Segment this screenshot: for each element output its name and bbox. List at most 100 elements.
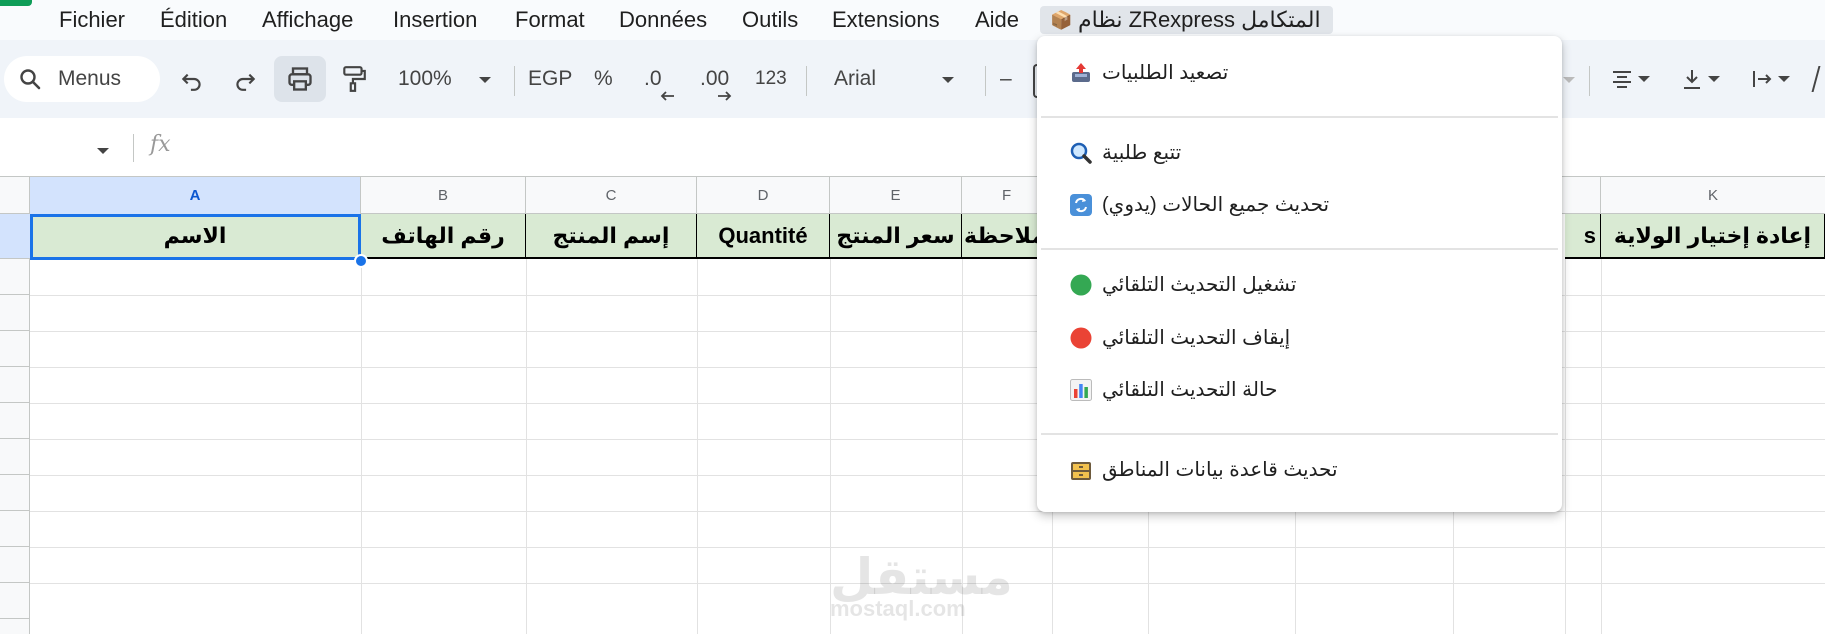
- fx-icon: fx: [150, 132, 171, 157]
- menu-item-auto-update-status[interactable]: حالة التحديث التلقائي: [1037, 365, 1562, 415]
- menu-item-refresh-all-statuses[interactable]: تحديث جميع الحالات (يدوي): [1037, 180, 1562, 230]
- column-header-j[interactable]: [1565, 177, 1601, 214]
- overflow-caret-icon[interactable]: [1563, 77, 1575, 83]
- menu-fichier[interactable]: Fichier: [55, 6, 129, 34]
- column-header-c[interactable]: C: [526, 177, 697, 214]
- horizontal-align-button[interactable]: [1602, 56, 1658, 102]
- toolbar-separator: [1589, 66, 1590, 96]
- name-box-caret-icon[interactable]: [97, 148, 109, 154]
- formula-input[interactable]: [190, 128, 1040, 166]
- paint-format-button[interactable]: [336, 56, 372, 102]
- column-header-a[interactable]: A: [30, 177, 361, 214]
- cell-e1[interactable]: سعر المنتج: [830, 214, 962, 259]
- row-header[interactable]: [0, 475, 30, 511]
- font-size-decrease-button[interactable]: –: [1000, 56, 1012, 102]
- row-header[interactable]: [0, 295, 30, 331]
- grid-line: [697, 259, 698, 634]
- zoom-select[interactable]: 100%: [398, 56, 452, 102]
- cell-d1[interactable]: Quantité: [697, 214, 830, 259]
- cell-b1[interactable]: رقم الهاتف: [361, 214, 526, 259]
- menu-zrexpress[interactable]: 📦 نظام ZRexpress المتكامل: [1040, 6, 1333, 34]
- align-center-icon: [1613, 71, 1631, 88]
- column-header-k[interactable]: K: [1601, 177, 1825, 214]
- menu-bar: Fichier Édition Affichage Insertion Form…: [0, 0, 1825, 40]
- menu-item-track-order[interactable]: تتبع طلبية: [1037, 128, 1562, 178]
- grid-line: [1565, 259, 1566, 634]
- column-header-d[interactable]: D: [697, 177, 830, 214]
- increase-decimal-arrow-icon: [718, 91, 732, 101]
- row-header[interactable]: [0, 583, 30, 619]
- wrap-caret-icon: [1778, 76, 1790, 82]
- menu-item-label: تحديث جميع الحالات (يدوي): [1102, 194, 1330, 216]
- cell-c1[interactable]: إسم المنتج: [526, 214, 697, 259]
- search-menus-label: Menus: [58, 67, 122, 90]
- menu-item-label: تصعيد الطلبيات: [1102, 62, 1229, 84]
- vertical-align-button[interactable]: [1672, 56, 1728, 102]
- grid-line: [1601, 259, 1602, 634]
- row-header[interactable]: [0, 511, 30, 547]
- menu-donnees[interactable]: Données: [615, 6, 711, 34]
- toolbar-separator: [985, 66, 986, 96]
- redo-button[interactable]: [227, 56, 263, 102]
- menu-insertion[interactable]: Insertion: [389, 6, 481, 34]
- green-circle-icon: [1070, 274, 1092, 296]
- file-cabinet-icon: [1071, 462, 1091, 480]
- bar-chart-icon: [1070, 379, 1092, 401]
- select-all-corner[interactable]: [0, 177, 30, 214]
- percent-format-button[interactable]: %: [594, 56, 613, 102]
- valign-caret-icon: [1708, 76, 1720, 82]
- text-wrap-icon: [1753, 71, 1772, 87]
- grid-line: [526, 259, 527, 634]
- row-header[interactable]: [0, 547, 30, 583]
- menu-item-label: تشغيل التحديث التلقائي: [1102, 274, 1297, 296]
- watermark-url: mostaql.com: [830, 596, 966, 621]
- menu-item-start-auto-update[interactable]: تشغيل التحديث التلقائي: [1037, 260, 1562, 310]
- undo-button[interactable]: [174, 56, 210, 102]
- menu-outils[interactable]: Outils: [738, 6, 802, 34]
- zoom-caret-icon[interactable]: [479, 77, 491, 83]
- column-header-b[interactable]: B: [361, 177, 526, 214]
- package-icon: 📦: [1050, 10, 1073, 30]
- menu-separator: [1041, 248, 1558, 250]
- column-header-e[interactable]: E: [830, 177, 962, 214]
- menu-item-stop-auto-update[interactable]: إيقاف التحديث التلقائي: [1037, 313, 1562, 363]
- currency-format-button[interactable]: EGP: [528, 56, 572, 102]
- menu-separator: [1041, 433, 1558, 435]
- menu-item-refresh-regions-db[interactable]: تحديث قاعدة بيانات المناطق: [1037, 445, 1562, 495]
- font-caret-icon[interactable]: [942, 77, 954, 83]
- row-header[interactable]: [0, 367, 30, 403]
- menu-affichage[interactable]: Affichage: [258, 6, 357, 34]
- toolbar-separator: [514, 66, 515, 96]
- row-header-1[interactable]: [0, 214, 30, 259]
- red-circle-icon: [1070, 327, 1092, 349]
- number-format-button[interactable]: 123: [755, 56, 787, 102]
- row-header[interactable]: [0, 439, 30, 475]
- menu-extensions[interactable]: Extensions: [828, 6, 944, 34]
- search-menus-input[interactable]: Menus: [4, 56, 160, 102]
- menu-item-escalate-orders[interactable]: تصعيد الطلبيات: [1037, 48, 1562, 98]
- cell-a1[interactable]: الاسم: [30, 214, 361, 259]
- text-wrap-button[interactable]: [1742, 56, 1798, 102]
- cell-j1[interactable]: s: [1565, 214, 1601, 259]
- row-header[interactable]: [0, 403, 30, 439]
- redo-icon: [236, 73, 256, 91]
- align-bottom-icon: [1684, 70, 1700, 89]
- paint-roller-icon: [343, 66, 366, 92]
- print-button[interactable]: [274, 56, 326, 102]
- menu-format[interactable]: Format: [511, 6, 589, 34]
- toolbar-separator: [806, 66, 807, 96]
- font-family-select[interactable]: Arial: [834, 56, 876, 102]
- menu-edition[interactable]: Édition: [156, 6, 231, 34]
- fill-handle[interactable]: [354, 254, 368, 268]
- sheets-logo-icon[interactable]: [0, 0, 32, 6]
- menu-aide[interactable]: Aide: [971, 6, 1023, 34]
- row-header[interactable]: [0, 331, 30, 367]
- text-rotation-icon[interactable]: [1811, 66, 1825, 92]
- cell-k1[interactable]: إعادة إختيار الولاية: [1601, 214, 1825, 259]
- menu-item-label: إيقاف التحديث التلقائي: [1102, 327, 1291, 349]
- grid-line: [361, 259, 362, 634]
- refresh-arrows-icon: [1070, 194, 1092, 216]
- row-header[interactable]: [0, 259, 30, 295]
- menu-item-label: حالة التحديث التلقائي: [1102, 379, 1278, 401]
- menu-zrexpress-label: نظام ZRexpress المتكامل: [1078, 7, 1321, 32]
